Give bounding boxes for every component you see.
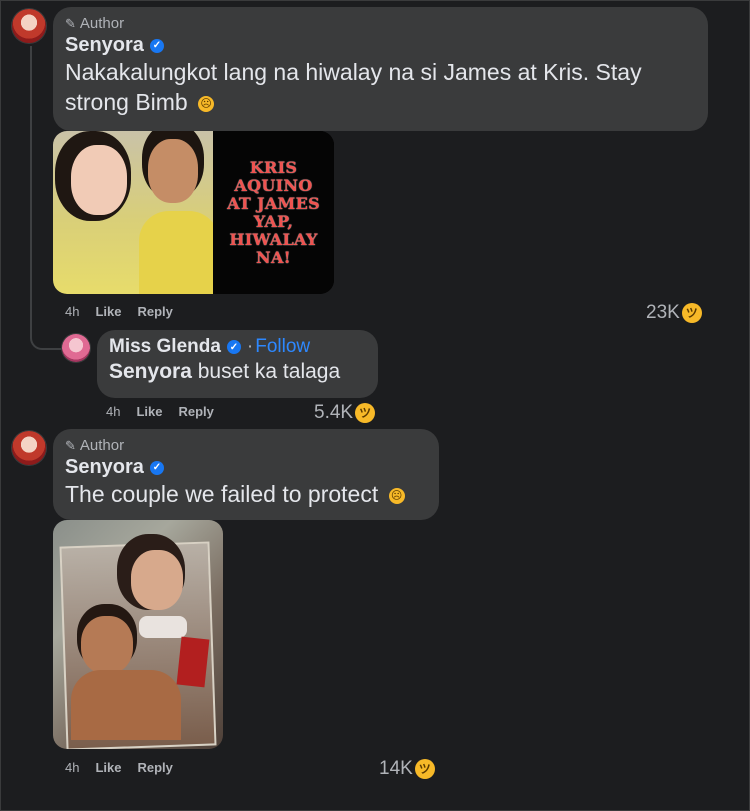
reply-bubble: Miss Glenda ✓ · Follow Senyora buset ka … [97, 330, 378, 398]
comment-text: The couple we failed to protect ☹ [65, 479, 425, 509]
reaction-count: 23K [646, 302, 680, 323]
man-figure [148, 139, 198, 203]
frowning-face-icon: ☹ [198, 95, 215, 112]
pencil-icon: ✎ [65, 437, 76, 453]
reaction-summary-reply[interactable]: 5.4K ツ [314, 402, 376, 424]
reply-button[interactable]: Reply [137, 304, 172, 319]
mention-link[interactable]: Senyora [109, 360, 192, 383]
comment-actions-1: 4h Like Reply [65, 304, 173, 319]
comment-bubble-1: ✎ Author Senyora ✓ Nakakalungkot lang na… [53, 7, 708, 131]
like-button[interactable]: Like [95, 760, 121, 775]
timestamp[interactable]: 4h [106, 404, 120, 419]
reaction-summary-2[interactable]: 14K ツ [379, 758, 435, 780]
comment-text: Nakakalungkot lang na hiwalay na si Jame… [65, 57, 694, 117]
like-button[interactable]: Like [95, 304, 121, 319]
man-figure [81, 616, 133, 674]
laughing-face-icon: ツ [355, 403, 376, 423]
author-badge-label: Author [79, 437, 125, 454]
laughing-face-icon: ツ [681, 303, 702, 323]
image-headline: KRIS AQUINO AT JAMES YAP, HIWALAY NA! [227, 157, 320, 267]
senyora-avatar[interactable] [12, 431, 46, 465]
comment-text-content: The couple we failed to protect [65, 481, 379, 507]
comment-text-content: Nakakalungkot lang na hiwalay na si Jame… [65, 59, 642, 115]
couple-photo [53, 131, 219, 294]
frowning-face-icon: ☹ [388, 487, 405, 504]
reply-text-content: buset ka talaga [191, 360, 341, 383]
comment-image-1[interactable]: KRIS AQUINO AT JAMES YAP, HIWALAY NA! [53, 131, 334, 294]
reply-actions: 4h Like Reply [106, 404, 214, 419]
swimsuit [139, 616, 187, 638]
man-torso [71, 670, 181, 740]
reply-button[interactable]: Reply [137, 760, 172, 775]
follow-button[interactable]: Follow [255, 336, 310, 358]
woman-figure [131, 550, 183, 610]
pencil-icon: ✎ [65, 15, 76, 31]
reaction-count: 14K [379, 758, 413, 779]
verified-badge-icon: ✓ [149, 460, 164, 475]
headline-panel: KRIS AQUINO AT JAMES YAP, HIWALAY NA! [213, 131, 334, 294]
reply-button[interactable]: Reply [178, 404, 213, 419]
author-badge-label: Author [79, 15, 125, 32]
senyora-avatar[interactable] [12, 9, 46, 43]
reaction-summary-1[interactable]: 23K ツ [646, 302, 702, 324]
commenter-name[interactable]: Senyora [65, 456, 144, 479]
timestamp[interactable]: 4h [65, 304, 79, 319]
commenter-name[interactable]: Senyora [65, 34, 144, 57]
miss-glenda-avatar[interactable] [62, 334, 90, 362]
comment-actions-2: 4h Like Reply [65, 760, 173, 775]
comment-image-2[interactable] [53, 520, 223, 749]
dot-separator: · [246, 336, 254, 357]
reply-author-name[interactable]: Miss Glenda [109, 336, 221, 358]
timestamp[interactable]: 4h [65, 760, 79, 775]
red-label [176, 636, 210, 688]
yellow-shirt [139, 211, 219, 294]
author-badge: ✎ Author [65, 15, 694, 32]
laughing-face-icon: ツ [414, 759, 435, 779]
like-button[interactable]: Like [136, 404, 162, 419]
author-badge: ✎ Author [65, 437, 425, 454]
verified-badge-icon: ✓ [149, 38, 164, 53]
comment-bubble-2: ✎ Author Senyora ✓ The couple we failed … [53, 429, 439, 520]
reply-text: Senyora buset ka talaga [109, 358, 366, 386]
reaction-count: 5.4K [314, 402, 354, 423]
woman-figure [71, 145, 127, 215]
verified-badge-icon: ✓ [226, 340, 241, 354]
